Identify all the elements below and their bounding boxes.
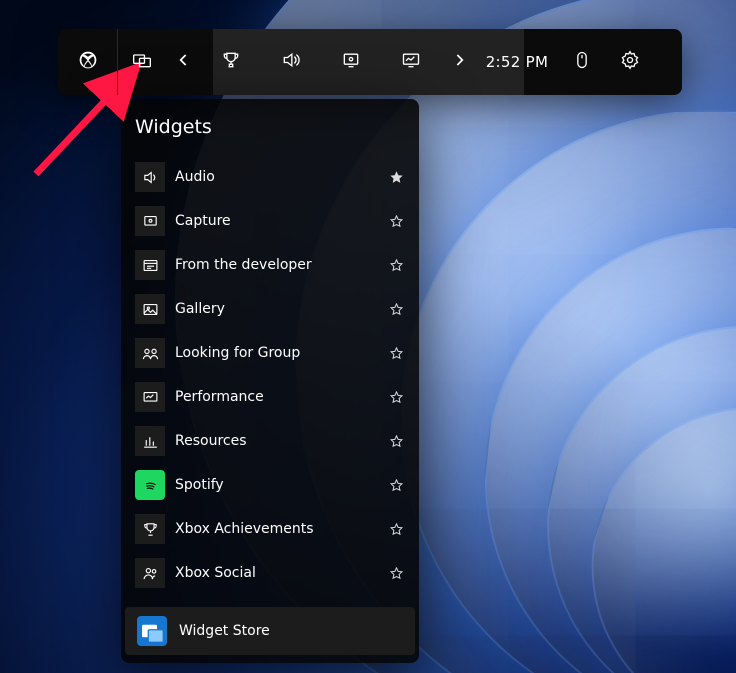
performance-button[interactable] [381, 29, 441, 95]
audio-button[interactable] [261, 29, 321, 95]
panel-title: Widgets [135, 116, 212, 138]
widget-item-xboxachieve[interactable]: Xbox Achievements [135, 507, 405, 551]
widget-item-label: Xbox Achievements [175, 521, 377, 537]
capture-icon [341, 50, 361, 74]
widget-item-label: Performance [175, 389, 377, 405]
favorite-star-button[interactable] [387, 520, 405, 538]
widget-item-label: Looking for Group [175, 345, 377, 361]
widget-item-label: Gallery [175, 301, 377, 317]
widget-menu-icon [132, 50, 152, 74]
xboxsocial-icon [135, 558, 165, 588]
favorite-star-button[interactable] [387, 168, 405, 186]
chevron-right-icon [449, 50, 469, 74]
audio-icon [135, 162, 165, 192]
favorite-star-button[interactable] [387, 432, 405, 450]
mouse-icon [572, 50, 592, 74]
lfg-icon [135, 338, 165, 368]
favorite-star-button[interactable] [387, 212, 405, 230]
widget-item-capture[interactable]: Capture [135, 199, 405, 243]
widget-store-label: Widget Store [179, 623, 270, 639]
widget-item-spotify[interactable]: Spotify [135, 463, 405, 507]
capture-icon [135, 206, 165, 236]
widget-item-developer[interactable]: From the developer [135, 243, 405, 287]
xbox-button[interactable] [58, 29, 118, 95]
widget-item-label: Spotify [175, 477, 377, 493]
widget-item-resources[interactable]: Resources [135, 419, 405, 463]
widget-item-gallery[interactable]: Gallery [135, 287, 405, 331]
speaker-icon [281, 50, 301, 74]
favorite-star-button[interactable] [387, 256, 405, 274]
favorite-star-button[interactable] [387, 300, 405, 318]
developer-icon [135, 250, 165, 280]
widget-item-performance[interactable]: Performance [135, 375, 405, 419]
gallery-icon [135, 294, 165, 324]
widget-item-label: From the developer [175, 257, 377, 273]
gamebar: 2:52 PM [58, 29, 682, 95]
chevron-left-icon [174, 50, 194, 74]
scroll-right-button[interactable] [441, 29, 476, 95]
xboxachieve-icon [135, 514, 165, 544]
widget-menu-button[interactable] [118, 29, 166, 95]
scroll-left-button[interactable] [166, 29, 201, 95]
performance-icon [135, 382, 165, 412]
favorite-star-button[interactable] [387, 564, 405, 582]
widget-item-xboxsocial[interactable]: Xbox Social [135, 551, 405, 595]
widget-item-lfg[interactable]: Looking for Group [135, 331, 405, 375]
widget-item-label: Resources [175, 433, 377, 449]
spotify-icon [135, 470, 165, 500]
widget-item-label: Audio [175, 169, 377, 185]
favorite-star-button[interactable] [387, 344, 405, 362]
trophy-icon [221, 50, 241, 74]
favorite-star-button[interactable] [387, 476, 405, 494]
favorite-star-button[interactable] [387, 388, 405, 406]
achievements-button[interactable] [201, 29, 261, 95]
clock: 2:52 PM [476, 29, 558, 95]
widget-store-icon [137, 616, 167, 646]
mouse-button[interactable] [558, 29, 606, 95]
gear-icon [620, 50, 640, 74]
widget-item-audio[interactable]: Audio [135, 155, 405, 199]
widget-item-label: Capture [175, 213, 377, 229]
widget-item-label: Xbox Social [175, 565, 377, 581]
xbox-icon [78, 50, 98, 74]
performance-icon [401, 50, 421, 74]
widgets-panel: Widgets Audio Capture From the developer Ga… [121, 99, 419, 663]
resources-icon [135, 426, 165, 456]
settings-button[interactable] [606, 29, 654, 95]
capture-button[interactable] [321, 29, 381, 95]
widget-store-item[interactable]: Widget Store [125, 607, 415, 655]
panel-settings-button[interactable] [381, 115, 405, 139]
